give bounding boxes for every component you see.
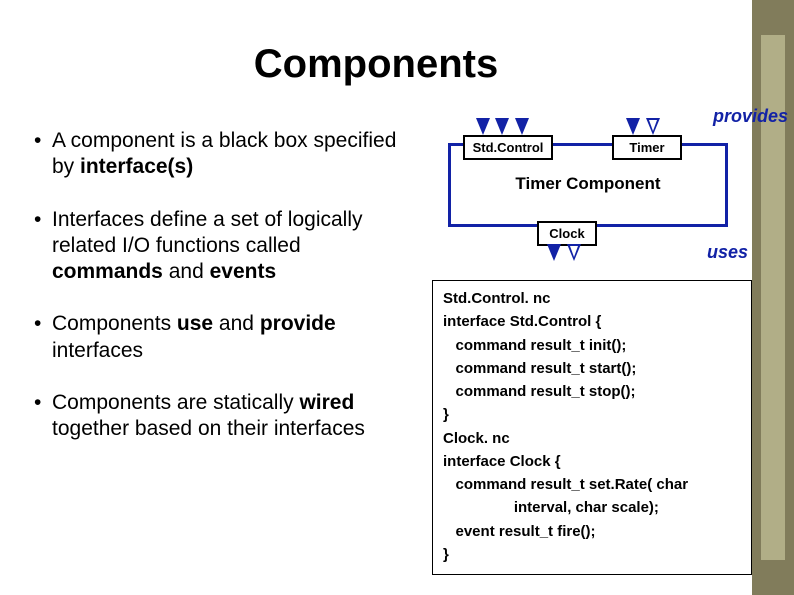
bullet-text: Components are statically [52, 391, 299, 414]
code-line: command result_t start(); [443, 357, 741, 380]
bullet-bold: use [177, 312, 213, 335]
arrows-clock [547, 244, 583, 266]
side-accent-bar [752, 0, 794, 595]
bullet-bold: events [210, 260, 277, 283]
bullet-bold: provide [260, 312, 336, 335]
arrow-down-hollow-icon [567, 244, 581, 261]
interface-stdcontrol: Std.Control [463, 135, 553, 160]
bullet-bold: interface(s) [80, 155, 193, 178]
bullet-text: Components [52, 312, 177, 335]
bullet-bold: commands [52, 260, 163, 283]
bullet-item: Components are statically wired together… [34, 390, 412, 443]
code-listing: Std.Control. nc interface Std.Control { … [432, 280, 752, 575]
arrow-down-icon [626, 118, 640, 135]
arrow-down-icon [476, 118, 490, 135]
code-line: command result_t stop(); [443, 380, 741, 403]
bullet-item: Components use and provide interfaces [34, 311, 412, 364]
interface-timer: Timer [612, 135, 682, 160]
component-label: Timer Component [448, 174, 728, 194]
uses-label: uses [707, 242, 748, 263]
code-line: interval, char scale); [443, 496, 741, 519]
bullet-list: A component is a black box specified by … [34, 128, 412, 468]
bullet-text: and [163, 260, 210, 283]
bullet-text: interfaces [52, 339, 143, 362]
interface-clock: Clock [537, 221, 597, 246]
bullet-text: together based on their interfaces [52, 417, 365, 440]
arrow-down-icon [495, 118, 509, 135]
code-line: interface Clock { [443, 450, 741, 473]
bullet-text: and [213, 312, 260, 335]
code-line: event result_t fire(); [443, 520, 741, 543]
arrow-down-icon [515, 118, 529, 135]
bullet-item: A component is a black box specified by … [34, 128, 412, 181]
bullet-text: Interfaces define a set of logically rel… [52, 208, 363, 257]
code-line: command result_t init(); [443, 334, 741, 357]
code-line: } [443, 403, 741, 426]
arrow-down-hollow-icon [646, 118, 660, 135]
provides-label: provides [713, 106, 788, 127]
code-line: Std.Control. nc [443, 287, 741, 310]
bullet-item: Interfaces define a set of logically rel… [34, 207, 412, 286]
code-line: command result_t set.Rate( char [443, 473, 741, 496]
code-line: interface Std.Control { [443, 310, 741, 333]
code-line: } [443, 543, 741, 566]
slide-title: Components [0, 42, 752, 87]
code-line: Clock. nc [443, 427, 741, 450]
arrow-down-icon [547, 244, 561, 261]
bullet-bold: wired [299, 391, 354, 414]
